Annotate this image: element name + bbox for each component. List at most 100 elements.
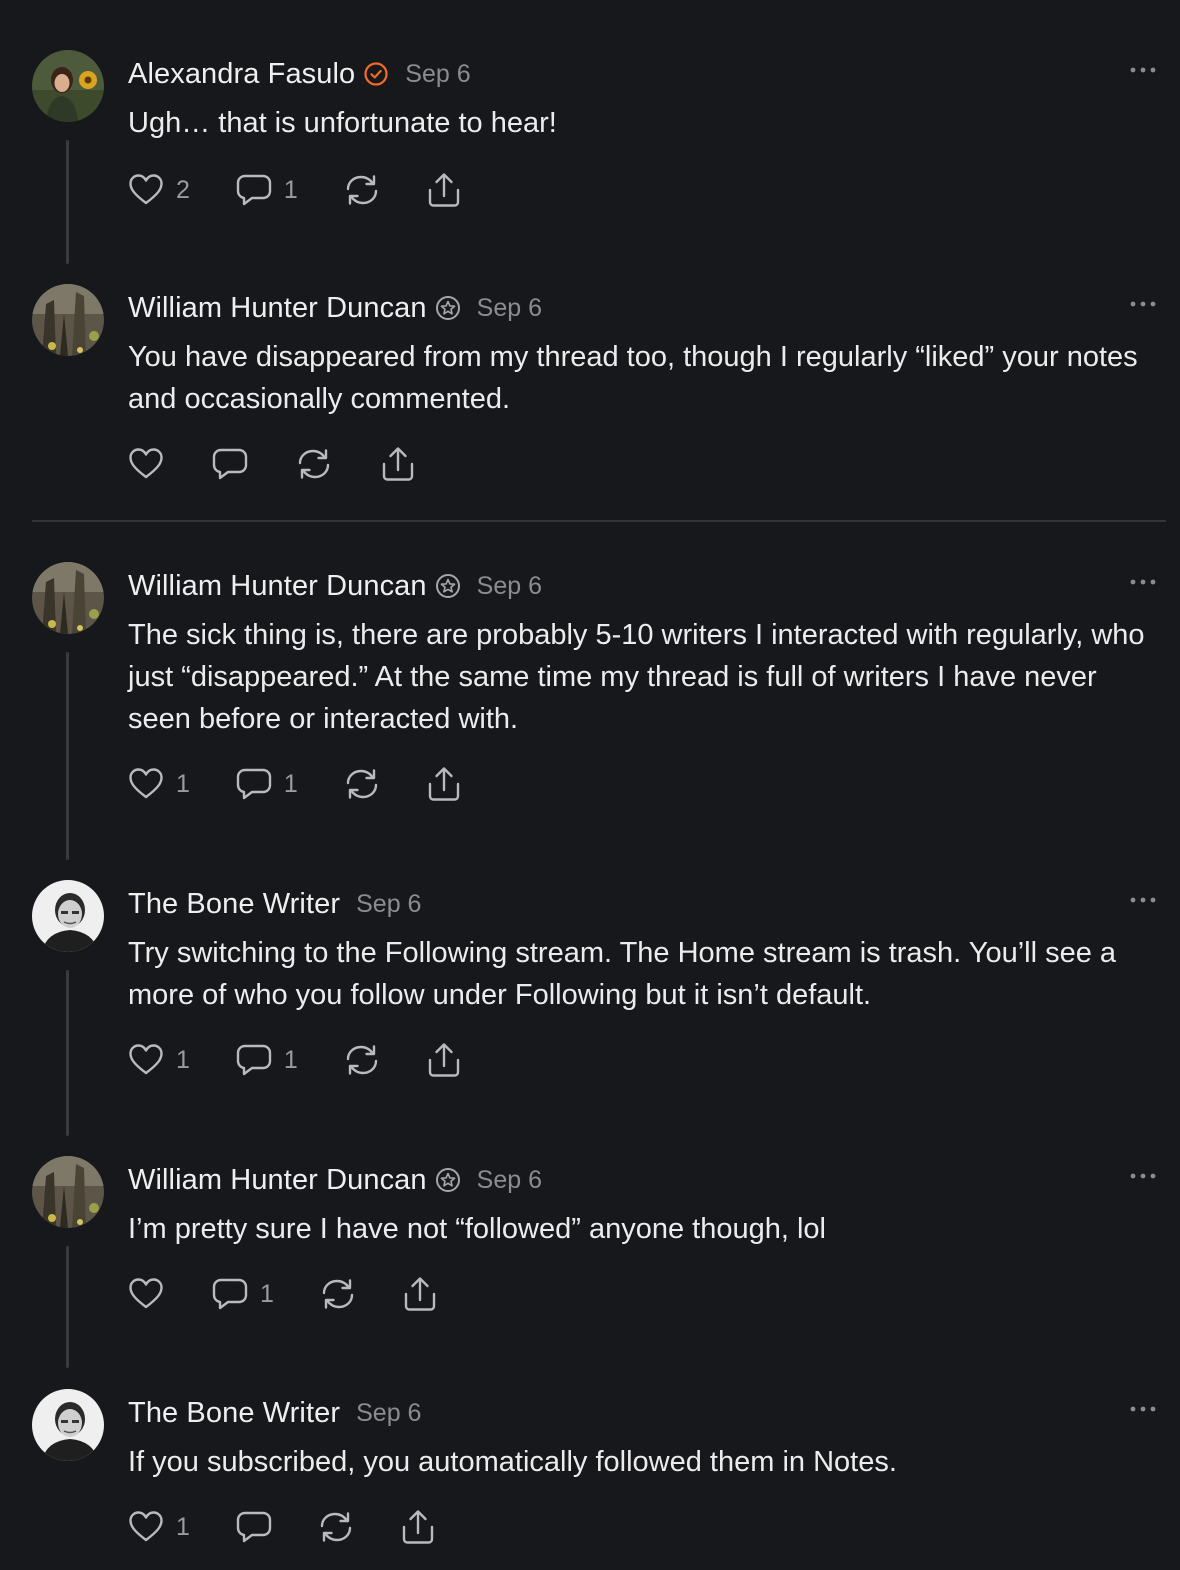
comment-icon — [236, 767, 272, 801]
share-button[interactable] — [426, 172, 462, 208]
like-count: 2 — [176, 175, 190, 204]
share-button[interactable] — [402, 1276, 438, 1312]
comment-button[interactable]: 1 — [236, 767, 298, 801]
author-name[interactable]: The Bone Writer — [128, 888, 340, 921]
note-date[interactable]: Sep 6 — [405, 60, 470, 89]
like-button[interactable] — [128, 447, 164, 481]
avatar[interactable] — [32, 284, 104, 356]
author-name[interactable]: William Hunter Duncan — [128, 292, 427, 325]
note-date[interactable]: Sep 6 — [477, 294, 542, 323]
restack-icon — [296, 447, 332, 481]
like-count: 1 — [176, 1045, 190, 1074]
heart-icon — [128, 767, 164, 801]
avatar[interactable] — [32, 562, 104, 634]
heart-icon — [128, 1277, 164, 1311]
author-name[interactable]: William Hunter Duncan — [128, 570, 427, 603]
restack-button[interactable] — [296, 447, 332, 481]
note-header: William Hunter Duncan Sep 6 — [128, 566, 542, 606]
comment-count: 1 — [283, 175, 298, 204]
comment-button[interactable] — [236, 1510, 272, 1544]
share-button[interactable] — [426, 766, 462, 802]
like-button[interactable]: 2 — [128, 173, 190, 207]
share-icon — [380, 446, 416, 482]
notes-feed: Alexandra Fasulo Sep 6 Ugh… that is unfo… — [0, 0, 1180, 1570]
avatar[interactable] — [32, 50, 104, 122]
restack-icon — [318, 1510, 354, 1544]
share-button[interactable] — [426, 1042, 462, 1078]
note-header: William Hunter Duncan Sep 6 — [128, 288, 542, 328]
note-body: The sick thing is, there are probably 5-… — [128, 619, 1145, 735]
share-icon — [400, 1509, 436, 1545]
avatar[interactable] — [32, 1156, 104, 1228]
note-body: I’m pretty sure I have not “followed” an… — [128, 1213, 826, 1245]
comment-icon — [212, 1277, 248, 1311]
note-header: The Bone Writer Sep 6 — [128, 1393, 421, 1433]
thread-line — [66, 970, 69, 1136]
comment-icon — [236, 1043, 272, 1077]
author-name[interactable]: William Hunter Duncan — [128, 1164, 427, 1197]
avatar[interactable] — [32, 880, 104, 952]
heart-icon — [128, 447, 164, 481]
more-icon[interactable] — [1128, 1399, 1158, 1419]
more-icon[interactable] — [1128, 294, 1158, 314]
comment-button[interactable]: 1 — [236, 1043, 298, 1077]
like-button[interactable]: 1 — [128, 767, 190, 801]
note-header: William Hunter Duncan Sep 6 — [128, 1160, 542, 1200]
more-icon[interactable] — [1128, 60, 1158, 80]
heart-icon — [128, 173, 164, 207]
action-bar: 1 — [128, 1507, 482, 1547]
comment-icon — [236, 1510, 272, 1544]
restack-icon — [344, 1043, 380, 1077]
restack-icon — [344, 767, 380, 801]
more-icon[interactable] — [1128, 1166, 1158, 1186]
comment-button[interactable]: 1 — [212, 1277, 274, 1311]
heart-icon — [128, 1510, 164, 1544]
note-body: You have disappeared from my thread too,… — [128, 341, 1138, 415]
share-icon — [426, 766, 462, 802]
action-bar: 1 — [128, 1274, 484, 1314]
restack-button[interactable] — [344, 1043, 380, 1077]
comment-count: 1 — [283, 1045, 298, 1074]
like-count: 1 — [176, 1512, 190, 1541]
author-name[interactable]: Alexandra Fasulo — [128, 58, 355, 91]
star-badge-icon — [435, 1167, 461, 1193]
note-date[interactable]: Sep 6 — [356, 1399, 421, 1428]
divider — [32, 520, 1166, 522]
author-name[interactable]: The Bone Writer — [128, 1397, 340, 1430]
restack-button[interactable] — [320, 1277, 356, 1311]
note-header: The Bone Writer Sep 6 — [128, 884, 421, 924]
comment-button[interactable] — [212, 447, 248, 481]
note-header: Alexandra Fasulo Sep 6 — [128, 54, 471, 94]
restack-button[interactable] — [318, 1510, 354, 1544]
share-icon — [426, 172, 462, 208]
action-bar: 1 1 — [128, 764, 508, 804]
like-count: 1 — [176, 769, 190, 798]
avatar[interactable] — [32, 1389, 104, 1461]
note-body: Try switching to the Following stream. T… — [128, 937, 1117, 1011]
restack-icon — [320, 1277, 356, 1311]
restack-button[interactable] — [344, 767, 380, 801]
comment-button[interactable]: 1 — [236, 173, 298, 207]
more-icon[interactable] — [1128, 890, 1158, 910]
thread-line — [66, 652, 69, 860]
star-badge-icon — [435, 573, 461, 599]
like-button[interactable]: 1 — [128, 1043, 190, 1077]
comment-icon — [236, 173, 272, 207]
note-date[interactable]: Sep 6 — [477, 572, 542, 601]
comment-count: 1 — [260, 1279, 274, 1308]
share-icon — [426, 1042, 462, 1078]
share-icon — [402, 1276, 438, 1312]
more-icon[interactable] — [1128, 572, 1158, 592]
share-button[interactable] — [400, 1509, 436, 1545]
note-date[interactable]: Sep 6 — [356, 890, 421, 919]
action-bar — [128, 444, 462, 484]
heart-icon — [128, 1043, 164, 1077]
action-bar: 2 1 — [128, 170, 508, 210]
like-button[interactable]: 1 — [128, 1510, 190, 1544]
comment-icon — [212, 447, 248, 481]
like-button[interactable] — [128, 1277, 164, 1311]
share-button[interactable] — [380, 446, 416, 482]
restack-button[interactable] — [344, 173, 380, 207]
note-date[interactable]: Sep 6 — [477, 1166, 542, 1195]
thread-line — [66, 140, 69, 264]
